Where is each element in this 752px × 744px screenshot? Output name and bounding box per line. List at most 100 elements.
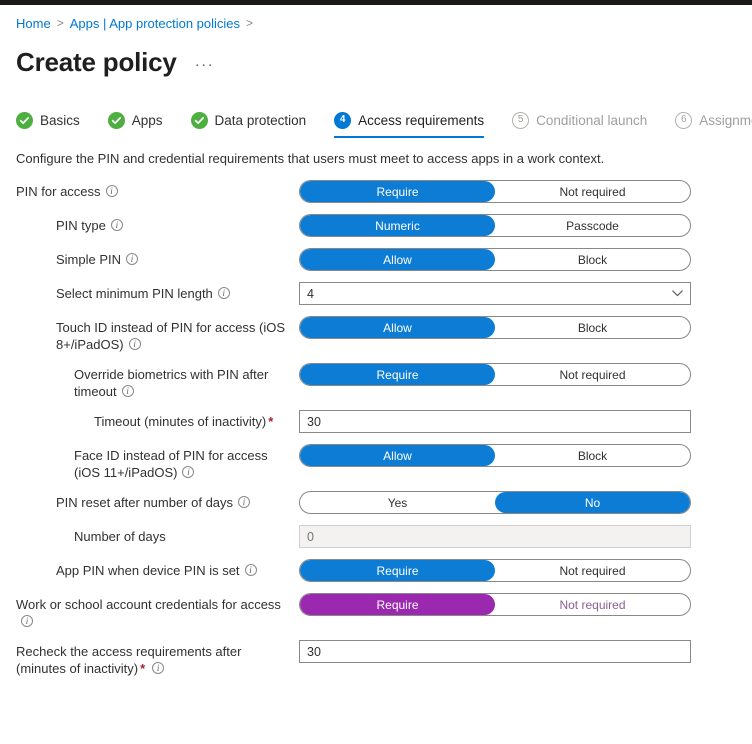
label-simple-pin: Simple PIN — [56, 251, 289, 268]
form-row-pin-reset-after-number-of-days: PIN reset after number of daysYesNo — [16, 491, 736, 515]
wizard-step-label: Apps — [132, 113, 163, 128]
label-app-pin-when-device-pin-is-set: App PIN when device PIN is set — [56, 562, 289, 579]
check-circle-icon — [191, 112, 208, 129]
toggle-option-not-required[interactable]: Not required — [495, 364, 690, 385]
wizard-step-apps[interactable]: Apps — [108, 103, 177, 137]
info-icon[interactable] — [126, 253, 138, 265]
info-icon[interactable] — [122, 385, 134, 397]
more-options-icon[interactable]: ··· — [191, 59, 219, 77]
toggle-app-pin-when-device-pin-is-set[interactable]: RequireNot required — [299, 559, 691, 582]
form-label-cell: PIN for access — [16, 180, 299, 200]
toggle-option-require[interactable]: Require — [300, 594, 495, 615]
required-asterisk: * — [140, 661, 145, 676]
label-override-biometrics-with-pin: Override biometrics with PIN after timeo… — [74, 366, 289, 400]
breadcrumb-link-1[interactable]: Apps | App protection policies — [70, 16, 240, 31]
form-label-cell: Simple PIN — [16, 248, 299, 268]
form-label-cell: Work or school account credentials for a… — [16, 593, 299, 630]
step-number-badge: 5 — [512, 112, 529, 129]
toggle-work-or-school-account-credentials[interactable]: RequireNot required — [299, 593, 691, 616]
dropdown-wrapper: 4 — [299, 282, 691, 305]
wizard-step-label: Access requirements — [358, 113, 484, 128]
breadcrumb: Home>Apps | App protection policies> — [16, 11, 736, 35]
form-row-touch-id-instead-of-pin: Touch ID instead of PIN for access (iOS … — [16, 316, 736, 353]
wizard-step-data-protection[interactable]: Data protection — [191, 103, 321, 137]
breadcrumb-separator-icon: > — [57, 16, 64, 30]
form-label-cell: Touch ID instead of PIN for access (iOS … — [16, 316, 299, 353]
info-icon[interactable] — [106, 185, 118, 197]
wizard-step-assignments: 6Assignments — [675, 103, 752, 137]
toggle-pin-reset-after-number-of-days[interactable]: YesNo — [299, 491, 691, 514]
required-asterisk: * — [268, 414, 273, 429]
form-control-cell — [299, 410, 736, 433]
form-row-pin-type: PIN type NumericPasscode — [16, 214, 736, 238]
label-touch-id-instead-of-pin: Touch ID instead of PIN for access (iOS … — [56, 319, 289, 353]
step-number-badge: 6 — [675, 112, 692, 129]
wizard-step-label: Basics — [40, 113, 80, 128]
label-number-of-days: Number of days — [74, 528, 289, 545]
info-icon[interactable] — [182, 466, 194, 478]
toggle-option-allow[interactable]: Allow — [300, 317, 495, 338]
form-control-cell: RequireNot required — [299, 363, 736, 386]
form-control-cell: RequireNot required — [299, 559, 736, 582]
label-select-minimum-pin-length: Select minimum PIN length — [56, 285, 289, 302]
toggle-pin-type[interactable]: NumericPasscode — [299, 214, 691, 237]
form-label-cell: Number of days — [16, 525, 299, 545]
form-row-timeout-minutes-of-inactivity: Timeout (minutes of inactivity)* — [16, 410, 736, 434]
breadcrumb-link-0[interactable]: Home — [16, 16, 51, 31]
form-row-pin-for-access: PIN for accessRequireNot required — [16, 180, 736, 204]
form-control-cell: YesNo — [299, 491, 736, 514]
toggle-face-id-instead-of-pin[interactable]: AllowBlock — [299, 444, 691, 467]
info-icon[interactable] — [238, 496, 250, 508]
toggle-option-block[interactable]: Block — [495, 249, 690, 270]
wizard-step-access-requirements[interactable]: 4Access requirements — [334, 103, 498, 137]
toggle-option-not-required[interactable]: Not required — [495, 560, 690, 581]
label-pin-type: PIN type — [56, 217, 289, 234]
info-icon[interactable] — [152, 662, 164, 674]
toggle-option-allow[interactable]: Allow — [300, 249, 495, 270]
toggle-option-not-required[interactable]: Not required — [495, 594, 690, 615]
form-row-app-pin-when-device-pin-is-set: App PIN when device PIN is set RequireNot… — [16, 559, 736, 583]
info-icon[interactable] — [218, 287, 230, 299]
form-control-cell — [299, 525, 736, 548]
input-timeout-minutes-of-inactivity[interactable] — [299, 410, 691, 433]
intro-text: Configure the PIN and credential require… — [16, 151, 736, 166]
form-label-cell: Timeout (minutes of inactivity)* — [16, 410, 299, 430]
toggle-option-passcode[interactable]: Passcode — [495, 215, 690, 236]
label-recheck-access-requirements-after: Recheck the access requirements after (m… — [16, 643, 289, 677]
toggle-option-block[interactable]: Block — [495, 445, 690, 466]
toggle-option-require[interactable]: Require — [300, 181, 495, 202]
label-work-or-school-account-credentials: Work or school account credentials for a… — [16, 596, 289, 630]
toggle-override-biometrics-with-pin[interactable]: RequireNot required — [299, 363, 691, 386]
wizard-step-basics[interactable]: Basics — [16, 103, 94, 137]
toggle-option-not-required[interactable]: Not required — [495, 181, 690, 202]
input-recheck-access-requirements-after[interactable] — [299, 640, 691, 663]
form-label-cell: PIN reset after number of days — [16, 491, 299, 511]
toggle-option-allow[interactable]: Allow — [300, 445, 495, 466]
form-label-cell: Select minimum PIN length — [16, 282, 299, 302]
page-title-row: Create policy ··· — [16, 41, 736, 77]
form-control-cell: RequireNot required — [299, 180, 736, 203]
form-label-cell: App PIN when device PIN is set — [16, 559, 299, 579]
toggle-option-no[interactable]: No — [495, 492, 690, 513]
form-label-cell: Face ID instead of PIN for access (iOS 1… — [16, 444, 299, 481]
toggle-option-require[interactable]: Require — [300, 364, 495, 385]
form-label-cell: Override biometrics with PIN after timeo… — [16, 363, 299, 400]
toggle-simple-pin[interactable]: AllowBlock — [299, 248, 691, 271]
label-timeout-minutes-of-inactivity: Timeout (minutes of inactivity)* — [94, 413, 289, 430]
toggle-option-yes[interactable]: Yes — [300, 492, 495, 513]
dropdown-select-minimum-pin-length[interactable]: 4 — [299, 282, 691, 305]
info-icon[interactable] — [21, 615, 33, 627]
info-icon[interactable] — [245, 564, 257, 576]
toggle-option-block[interactable]: Block — [495, 317, 690, 338]
access-requirements-form: PIN for accessRequireNot requiredPIN typ… — [16, 180, 736, 677]
form-row-face-id-instead-of-pin: Face ID instead of PIN for access (iOS 1… — [16, 444, 736, 481]
toggle-option-numeric[interactable]: Numeric — [300, 215, 495, 236]
form-control-cell: 4 — [299, 282, 736, 305]
info-icon[interactable] — [111, 219, 123, 231]
form-row-work-or-school-account-credentials: Work or school account credentials for a… — [16, 593, 736, 630]
form-row-recheck-access-requirements-after: Recheck the access requirements after (m… — [16, 640, 736, 677]
toggle-option-require[interactable]: Require — [300, 560, 495, 581]
toggle-pin-for-access[interactable]: RequireNot required — [299, 180, 691, 203]
toggle-touch-id-instead-of-pin[interactable]: AllowBlock — [299, 316, 691, 339]
info-icon[interactable] — [129, 338, 141, 350]
